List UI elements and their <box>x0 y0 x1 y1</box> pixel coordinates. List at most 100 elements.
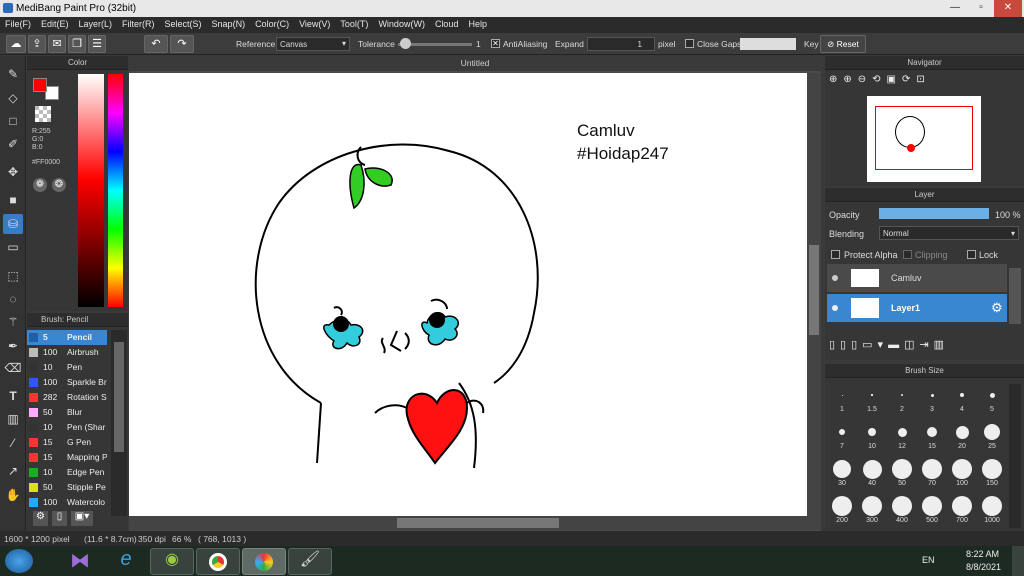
select-rect-icon[interactable]: ⬚ <box>3 266 23 286</box>
close-button[interactable]: ✕ <box>994 0 1022 17</box>
magic-wand-icon[interactable]: ⚚ <box>3 312 23 332</box>
chrome-icon[interactable] <box>196 548 240 575</box>
brush-size-option[interactable]: 70 <box>917 458 947 492</box>
close-gaps-checkbox[interactable] <box>685 39 694 48</box>
ie-icon[interactable]: e <box>104 548 148 575</box>
palette-icon[interactable]: ❁ <box>33 178 47 192</box>
brush-size-option[interactable]: 200 <box>827 495 857 529</box>
layer-scrollbar[interactable] <box>1009 268 1021 324</box>
menu-color[interactable]: Color(C) <box>250 17 294 29</box>
menu-snap[interactable]: Snap(N) <box>207 17 251 29</box>
hue-bar[interactable] <box>108 74 123 307</box>
visual-studio-icon[interactable]: ⧓ <box>58 548 102 575</box>
visibility-icon[interactable] <box>832 305 838 311</box>
gradient-tool-icon[interactable]: ▭ <box>3 237 23 257</box>
tolerance-slider-handle[interactable] <box>400 38 411 49</box>
background-color-swatch[interactable] <box>45 86 59 100</box>
expand-input[interactable]: 1 <box>587 37 655 51</box>
redo-icon[interactable]: ↷ <box>170 35 194 53</box>
menu-view[interactable]: View(V) <box>294 17 335 29</box>
medibang-task-icon[interactable] <box>242 548 286 575</box>
layer-actions[interactable]: ▯▯▯▭▾▬◫⇥▥ <box>829 338 1021 354</box>
brush-size-option[interactable]: 500 <box>917 495 947 529</box>
menu-select[interactable]: Select(S) <box>160 17 207 29</box>
drawing-canvas[interactable]: Camluv #Hoidap247 <box>129 73 807 516</box>
brush-size-option[interactable]: 700 <box>947 495 977 529</box>
brush-size-option[interactable]: 30 <box>827 458 857 492</box>
cloud-icon[interactable]: ☁ <box>6 35 26 53</box>
clipping-checkbox[interactable] <box>903 250 912 259</box>
brush-item[interactable]: 10 Pen (Shar <box>27 420 107 435</box>
palette-add-icon[interactable]: ❂ <box>52 178 66 192</box>
divide-tool-icon[interactable]: ▥ <box>3 409 23 429</box>
saturation-brightness-bar[interactable] <box>78 74 104 307</box>
lock-checkbox[interactable] <box>967 250 976 259</box>
navigator-preview[interactable] <box>867 96 981 182</box>
protect-alpha-checkbox[interactable] <box>831 250 840 259</box>
brush-size-option[interactable]: 1.5 <box>857 384 887 418</box>
layer-row-camluv[interactable]: Camluv <box>827 264 1007 292</box>
bucket-tool-icon[interactable]: ⛁ <box>3 214 23 234</box>
brush-size-option[interactable]: 10 <box>857 421 887 455</box>
brush-size-option[interactable]: 300 <box>857 495 887 529</box>
dropper-icon[interactable]: ↗ <box>3 461 23 481</box>
brush-item[interactable]: 15 G Pen <box>27 435 107 450</box>
brush-size-option[interactable]: 50 <box>887 458 917 492</box>
canvas-vertical-scrollbar[interactable] <box>807 73 821 516</box>
brush-size-option[interactable]: 15 <box>917 421 947 455</box>
menu-window[interactable]: Window(W) <box>373 17 430 29</box>
chat-icon[interactable]: ❐ <box>68 35 86 53</box>
close-gaps-color[interactable] <box>740 38 796 50</box>
brush-size-option[interactable]: 3 <box>917 384 947 418</box>
transparent-swatch[interactable] <box>35 106 51 122</box>
menu-edit[interactable]: Edit(E) <box>36 17 74 29</box>
brush-item[interactable]: 50 Stipple Pe <box>27 480 107 495</box>
menu-filter[interactable]: Filter(R) <box>117 17 160 29</box>
lasso-icon[interactable]: ◌ <box>3 289 23 309</box>
menu-help[interactable]: Help <box>463 17 492 29</box>
brush-size-option[interactable]: 20 <box>947 421 977 455</box>
opacity-slider[interactable] <box>879 208 989 219</box>
brush-item[interactable]: 100 Watercolo <box>27 495 107 510</box>
brush-size-scrollbar[interactable] <box>1009 384 1021 528</box>
brush-item[interactable]: 10 Edge Pen <box>27 465 107 480</box>
hand-tool-icon[interactable]: ✋ <box>3 485 23 505</box>
paint-icon[interactable]: 🖌 <box>288 548 332 575</box>
menu-layer[interactable]: Layer(L) <box>74 17 118 29</box>
app-icon-green[interactable]: ◉ <box>150 548 194 575</box>
eyedropper-icon[interactable]: ⁄ <box>3 433 23 453</box>
select-pen-icon[interactable]: ✒ <box>3 336 23 356</box>
brush-size-option[interactable]: 150 <box>977 458 1007 492</box>
brush-size-option[interactable]: 12 <box>887 421 917 455</box>
brush-item[interactable]: 100 Airbrush <box>27 345 107 360</box>
brush-size-option[interactable]: 40 <box>857 458 887 492</box>
brush-size-option[interactable]: 1000 <box>977 495 1007 529</box>
antialiasing-checkbox[interactable]: ✕ <box>491 39 500 48</box>
new-brush-icon[interactable]: ▯ <box>52 511 67 526</box>
text-tool-icon[interactable]: T <box>3 386 23 406</box>
pen-tool-icon[interactable]: ✐ <box>3 134 23 154</box>
layer-row-layer1[interactable]: Layer1 ⚙ <box>827 294 1007 322</box>
fill-rect-tool-icon[interactable]: ■ <box>3 190 23 210</box>
brush-size-option[interactable]: 4 <box>947 384 977 418</box>
comment-icon[interactable]: ✉ <box>48 35 66 53</box>
brush-size-option[interactable]: 1 <box>827 384 857 418</box>
brush-menu-icon[interactable]: ▣▾ <box>71 511 93 526</box>
menu-cloud[interactable]: Cloud <box>430 17 464 29</box>
brush-size-option[interactable]: 100 <box>947 458 977 492</box>
brush-size-option[interactable]: 25 <box>977 421 1007 455</box>
reset-button[interactable]: ⊘ Reset <box>820 35 866 53</box>
brush-size-option[interactable]: 400 <box>887 495 917 529</box>
start-button[interactable] <box>5 549 33 573</box>
brush-size-option[interactable]: 5 <box>977 384 1007 418</box>
brush-settings-icon[interactable]: ⚙ <box>33 511 48 526</box>
menu-file[interactable]: File(F) <box>0 17 36 29</box>
document-icon[interactable]: ☰ <box>88 35 106 53</box>
undo-icon[interactable]: ↶ <box>144 35 168 53</box>
maximize-button[interactable]: ▫ <box>968 0 994 17</box>
minimize-button[interactable]: — <box>942 0 968 17</box>
show-desktop-button[interactable] <box>1012 546 1024 576</box>
navigator-tools[interactable]: ⊕⊕⊖⟲▣⟳⊡ <box>829 74 1015 92</box>
rectangle-tool-icon[interactable]: □ <box>3 111 23 131</box>
blending-select[interactable]: Normal ▾ <box>879 226 1019 240</box>
